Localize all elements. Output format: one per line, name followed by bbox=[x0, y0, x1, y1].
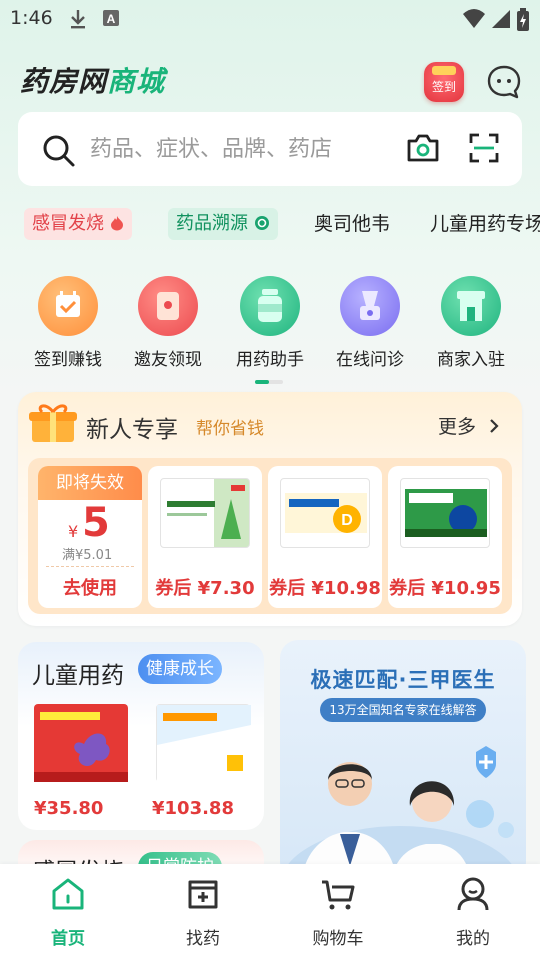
hot-tag-oseltamivir[interactable]: 奥司他韦 bbox=[306, 208, 398, 240]
more-label: 更多 bbox=[437, 416, 476, 438]
hot-tag-label: 药品溯源 bbox=[176, 213, 248, 234]
doctors-illustration bbox=[280, 746, 520, 880]
tab-home[interactable]: 首页 bbox=[18, 874, 118, 949]
chevron-right-icon bbox=[490, 419, 499, 433]
coupon-currency: ¥ bbox=[68, 522, 79, 541]
battery-icon bbox=[517, 8, 529, 31]
spiral-icon bbox=[254, 216, 269, 230]
hot-tag-label: 感冒发烧 bbox=[32, 213, 104, 234]
logo-text-accent: 商城 bbox=[107, 65, 166, 98]
product-image bbox=[160, 478, 250, 548]
medicine-box-icon bbox=[188, 880, 218, 909]
search-input[interactable] bbox=[90, 132, 380, 166]
search-icon bbox=[43, 135, 75, 167]
home-icon bbox=[52, 878, 84, 910]
signal-icon bbox=[492, 10, 510, 28]
product-price: 券后 ¥10.98 bbox=[269, 578, 381, 599]
coupon-badge: 即将失效 bbox=[38, 466, 142, 500]
kids-section-tag: 健康成长 bbox=[138, 654, 222, 684]
new-user-offers: 即将失效 ¥ 5 满¥5.01 去使用 券后 ¥7.30 D 券后 ¥10.98… bbox=[28, 458, 512, 614]
hot-tag-cold-fever[interactable]: 感冒发烧 bbox=[24, 208, 132, 240]
new-user-title: 新人专享 bbox=[86, 417, 178, 443]
calendar-check-icon bbox=[38, 276, 98, 336]
online-doctor-banner[interactable]: 极速匹配·三甲医生 13万全国知名专家在线解答 bbox=[280, 640, 526, 880]
gift-icon bbox=[29, 404, 77, 442]
product-image: D bbox=[280, 478, 370, 548]
product-price: 券后 ¥7.30 bbox=[155, 578, 255, 599]
quick-nav-label: 邀友领现 bbox=[134, 350, 202, 370]
kids-medicine-section[interactable]: 儿童用药 健康成长 ¥35.80 ¥103.88 bbox=[18, 642, 264, 830]
coupon-card[interactable]: 即将失效 ¥ 5 满¥5.01 去使用 bbox=[38, 466, 142, 608]
quick-nav-label: 用药助手 bbox=[236, 350, 304, 370]
product-image bbox=[400, 478, 490, 548]
quick-nav-merchant[interactable]: 商家入驻 bbox=[421, 276, 521, 370]
wifi-icon bbox=[463, 9, 485, 28]
cart-icon bbox=[322, 880, 355, 910]
gift-envelope-icon bbox=[138, 276, 198, 336]
status-bar: 1:46 A bbox=[0, 0, 540, 40]
page-indicator bbox=[255, 380, 283, 384]
tab-label: 购物车 bbox=[312, 929, 364, 949]
quick-nav-checkin[interactable]: 签到赚钱 bbox=[18, 276, 118, 370]
quick-nav-invite[interactable]: 邀友领现 bbox=[118, 276, 218, 370]
product-card[interactable]: D 券后 ¥10.98 bbox=[268, 466, 382, 608]
kids-section-title: 儿童用药 bbox=[32, 663, 124, 689]
tab-label: 我的 bbox=[456, 929, 490, 949]
app-logo: 药房网商城 bbox=[20, 60, 165, 100]
a-icon: A bbox=[103, 10, 119, 26]
hot-tag-label: 奥司他韦 bbox=[314, 213, 391, 235]
bottom-tab-bar: 首页 找药 购物车 我的 bbox=[0, 864, 540, 960]
search-bar[interactable] bbox=[18, 112, 522, 186]
product-card[interactable]: 券后 ¥10.95 bbox=[388, 466, 502, 608]
quick-nav-label: 在线问诊 bbox=[336, 350, 404, 370]
coupon-divider bbox=[46, 566, 134, 567]
tab-profile[interactable]: 我的 bbox=[423, 874, 523, 949]
product-image[interactable] bbox=[156, 704, 251, 783]
doctor-banner-subtitle: 13万全国知名专家在线解答 bbox=[320, 698, 486, 722]
product-image[interactable] bbox=[34, 704, 128, 782]
quick-nav-consult[interactable]: 在线问诊 bbox=[320, 276, 420, 370]
storefront-icon bbox=[441, 276, 501, 336]
scan-icon[interactable] bbox=[468, 132, 500, 164]
product-card[interactable]: 券后 ¥7.30 bbox=[148, 466, 262, 608]
quick-nav-med-assistant[interactable]: 用药助手 bbox=[220, 276, 320, 370]
tab-label: 找药 bbox=[186, 929, 220, 949]
hot-tags: 感冒发烧 药品溯源 奥司他韦 儿童用药专场 bbox=[0, 208, 540, 242]
medicine-bottle-icon bbox=[240, 276, 300, 336]
coupon-use-button[interactable]: 去使用 bbox=[38, 574, 142, 600]
product-price: ¥103.88 bbox=[152, 798, 234, 819]
product-price: ¥35.80 bbox=[34, 798, 104, 819]
profile-icon bbox=[457, 877, 489, 911]
tab-cart[interactable]: 购物车 bbox=[288, 874, 388, 949]
consult-icon bbox=[340, 276, 400, 336]
new-user-more-link[interactable]: 更多 bbox=[438, 412, 500, 439]
svg-text:A: A bbox=[107, 12, 116, 26]
tab-find-medicine[interactable]: 找药 bbox=[153, 874, 253, 949]
checkin-button[interactable]: 签到 bbox=[424, 62, 464, 102]
hot-tag-label: 儿童用药专场 bbox=[430, 213, 540, 235]
camera-icon[interactable] bbox=[406, 132, 440, 164]
chat-bubble-icon[interactable] bbox=[486, 64, 522, 100]
coupon-condition: 满¥5.01 bbox=[62, 548, 113, 563]
coupon-amount: 5 bbox=[82, 500, 110, 546]
status-time: 1:46 bbox=[10, 7, 53, 29]
quick-nav-label: 商家入驻 bbox=[437, 350, 505, 370]
download-icon bbox=[71, 10, 85, 29]
new-user-section: 新人专享 帮你省钱 更多 即将失效 ¥ 5 满¥5.01 去使用 券后 ¥7.3… bbox=[18, 392, 522, 626]
checkin-label: 签到 bbox=[431, 80, 456, 94]
doctor-banner-title: 极速匹配·三甲医生 bbox=[310, 668, 496, 692]
svg-text:D: D bbox=[341, 512, 353, 529]
logo-text-main: 药房网 bbox=[20, 65, 108, 98]
tab-label: 首页 bbox=[51, 929, 85, 949]
product-price: 券后 ¥10.95 bbox=[389, 578, 501, 599]
quick-nav: 签到赚钱 邀友领现 用药助手 在线问诊 商家入驻 bbox=[0, 276, 540, 376]
flame-icon bbox=[110, 216, 123, 231]
quick-nav-label: 签到赚钱 bbox=[34, 350, 102, 370]
hot-tag-trace[interactable]: 药品溯源 bbox=[168, 208, 278, 240]
hot-tag-kids-medicine[interactable]: 儿童用药专场 bbox=[422, 208, 540, 240]
new-user-subtitle: 帮你省钱 bbox=[196, 419, 264, 439]
